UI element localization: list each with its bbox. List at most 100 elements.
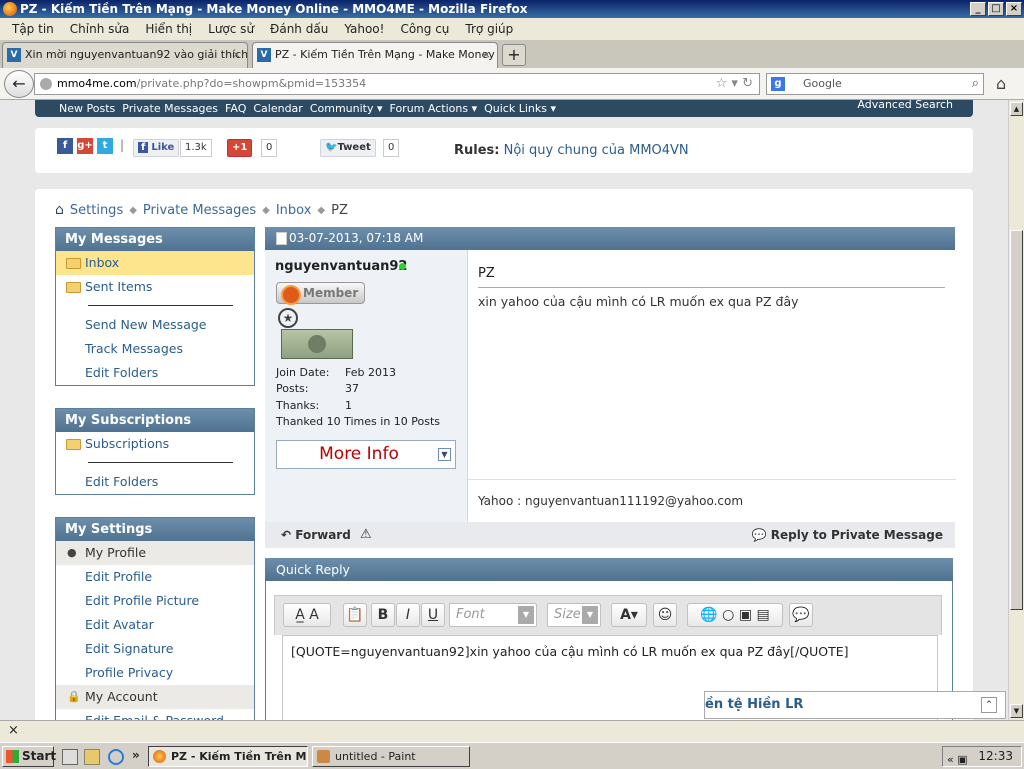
facebook-like-button[interactable]: f Like <box>133 139 180 157</box>
bold-button[interactable]: B <box>371 603 395 627</box>
sidebar-group-my-profile[interactable]: ● My Profile <box>56 541 254 565</box>
dropdown-icon[interactable]: ▾ <box>731 76 738 91</box>
quicklaunch-more-icon[interactable]: » <box>132 748 140 762</box>
vertical-scrollbar[interactable]: ▲ ▼ <box>1008 100 1024 720</box>
sidebar-group-my-account[interactable]: 🔒 My Account <box>56 685 254 709</box>
menu-help[interactable]: Trợ giúp <box>465 22 513 36</box>
home-icon[interactable]: ⌂ <box>55 202 64 218</box>
maximize-button[interactable]: □ <box>988 2 1004 16</box>
breadcrumb-inbox[interactable]: Inbox <box>276 203 312 218</box>
sidebar-item-edit-signature[interactable]: Edit Signature <box>56 637 254 661</box>
sidebar-item-sent-items[interactable]: Sent Items <box>56 275 254 299</box>
reload-icon[interactable]: ↻ <box>742 76 753 91</box>
tweet-button[interactable]: 🐦Tweet <box>320 139 376 157</box>
forward-button[interactable]: ↶ Forward <box>281 528 351 542</box>
tray-network-icon[interactable]: « ▣ <box>947 750 968 769</box>
menu-history[interactable]: Lược sử <box>208 22 254 36</box>
close-findbar-icon[interactable]: × <box>8 723 19 738</box>
scroll-down-icon[interactable]: ▼ <box>1010 704 1023 718</box>
nav-forum-actions[interactable]: Forum Actions ▾ <box>390 102 478 115</box>
sidebar-item-edit-profile-picture[interactable]: Edit Profile Picture <box>56 589 254 613</box>
online-status-icon <box>399 263 406 270</box>
sidebar-item-edit-profile[interactable]: Edit Profile <box>56 565 254 589</box>
scroll-up-icon[interactable]: ▲ <box>1010 102 1023 116</box>
paste-icon[interactable]: 📋 <box>343 603 367 627</box>
task-firefox[interactable]: PZ - Kiếm Tiền Trên M... <box>148 746 308 767</box>
back-button[interactable]: ← <box>4 70 34 98</box>
sidebar-item-subscriptions[interactable]: Subscriptions <box>56 432 254 456</box>
nav-community[interactable]: Community ▾ <box>310 102 383 115</box>
gplus-count: 0 <box>261 139 278 157</box>
nav-calendar[interactable]: Calendar <box>253 102 302 115</box>
nav-faq[interactable]: FAQ <box>225 102 246 115</box>
sidebar-item-profile-privacy[interactable]: Profile Privacy <box>56 661 254 685</box>
task-label: untitled - Paint <box>335 750 416 763</box>
close-window-button[interactable]: × <box>1006 2 1022 16</box>
tab-close-icon[interactable]: × <box>482 43 491 67</box>
report-warning-icon[interactable]: ⚠ <box>360 527 372 542</box>
breadcrumb-private-messages[interactable]: Private Messages <box>143 203 256 218</box>
menu-file[interactable]: Tập tin <box>12 22 54 36</box>
search-input[interactable]: g Google ⌕ <box>766 73 984 95</box>
sidebar-item-edit-avatar[interactable]: Edit Avatar <box>56 613 254 637</box>
text-color-button[interactable]: A▾ <box>611 603 647 627</box>
remove-format-icon[interactable]: A̲ A <box>283 603 331 627</box>
home-icon[interactable]: ⌂ <box>996 74 1006 93</box>
menu-tools[interactable]: Công cụ <box>400 22 449 36</box>
quote-icon[interactable]: 💬 <box>789 603 813 627</box>
facebook-icon[interactable]: f <box>57 138 73 154</box>
search-icon[interactable]: ⌕ <box>972 74 979 94</box>
like-count: 1.3k <box>180 139 212 157</box>
tab-invitation[interactable]: V Xin mời nguyenvantuan92 vào giải thích… <box>2 42 248 68</box>
tab-pz-message[interactable]: V PZ - Kiếm Tiền Trên Mạng - Make Money … <box>252 42 498 68</box>
menu-view[interactable]: Hiển thị <box>145 22 192 36</box>
sidebar-item-edit-folders-subs[interactable]: Edit Folders <box>56 470 254 494</box>
tab-close-icon[interactable]: × <box>232 43 241 67</box>
paint-icon <box>317 750 330 763</box>
chatbox-bar[interactable]: ền tệ Hiền LR ⌃ <box>704 691 1006 719</box>
thanked-text: Thanked 10 Times in 10 Posts <box>276 415 441 428</box>
sidebar-item-edit-folders[interactable]: Edit Folders <box>56 361 254 385</box>
reply-button[interactable]: 💬 Reply to Private Message <box>752 528 943 542</box>
show-desktop-icon[interactable] <box>62 749 78 765</box>
chevron-down-icon: ▼ <box>582 606 598 624</box>
rules-notice: Rules: Nội quy chung của MMO4VN <box>454 143 689 158</box>
insert-media-icons[interactable]: 🌐 ○ ▣ ▤ <box>687 603 783 627</box>
menu-yahoo[interactable]: Yahoo! <box>344 22 384 36</box>
underline-button[interactable]: U <box>421 603 445 627</box>
advanced-search-link[interactable]: Advanced Search <box>857 98 953 111</box>
menu-bookmarks[interactable]: Đánh dấu <box>270 22 328 36</box>
username-link[interactable]: nguyenvantuan92 <box>275 259 407 274</box>
notepad-icon[interactable] <box>84 749 100 765</box>
address-bar[interactable]: mmo4me.com/private.php?do=showpm&pmid=15… <box>34 73 760 95</box>
breadcrumb-settings[interactable]: Settings <box>70 203 123 218</box>
nav-private-messages[interactable]: Private Messages <box>122 102 218 115</box>
start-button[interactable]: Start <box>2 746 56 767</box>
rules-link[interactable]: Nội quy chung của MMO4VN <box>504 143 689 158</box>
nav-new-posts[interactable]: New Posts <box>59 102 115 115</box>
sidebar-item-send-new-message[interactable]: Send New Message <box>56 313 254 337</box>
nav-quick-links[interactable]: Quick Links ▾ <box>484 102 556 115</box>
internet-explorer-icon[interactable] <box>108 749 124 765</box>
collapse-icon[interactable]: ⌃ <box>981 697 997 713</box>
my-subscriptions-block: My Subscriptions Subscriptions Edit Fold… <box>55 408 255 495</box>
sidebar-item-track-messages[interactable]: Track Messages <box>56 337 254 361</box>
scroll-thumb[interactable] <box>1010 230 1023 610</box>
firefox-icon <box>153 750 166 763</box>
google-plus-icon[interactable]: g+ <box>77 138 93 154</box>
task-paint[interactable]: untitled - Paint <box>312 746 470 767</box>
size-select[interactable]: Size ▼ <box>547 603 601 627</box>
font-select[interactable]: Font ▼ <box>449 603 537 627</box>
gplus-button[interactable]: +1 <box>227 139 253 157</box>
user-info-panel: nguyenvantuan92 Member ★ Join Date: Feb 2… <box>265 250 467 522</box>
more-info-button[interactable]: More Info ▼ <box>276 440 456 469</box>
twitter-icon[interactable]: t <box>97 138 113 154</box>
folder-icon <box>66 282 81 293</box>
minimize-button[interactable]: _ <box>970 2 986 16</box>
sidebar-item-inbox[interactable]: Inbox <box>56 251 254 275</box>
bookmark-star-icon[interactable]: ☆ <box>716 76 728 91</box>
menu-edit[interactable]: Chỉnh sửa <box>70 22 130 36</box>
italic-button[interactable]: I <box>396 603 420 627</box>
new-tab-button[interactable]: + <box>502 44 526 66</box>
smiley-icon[interactable]: ☺ <box>653 603 677 627</box>
